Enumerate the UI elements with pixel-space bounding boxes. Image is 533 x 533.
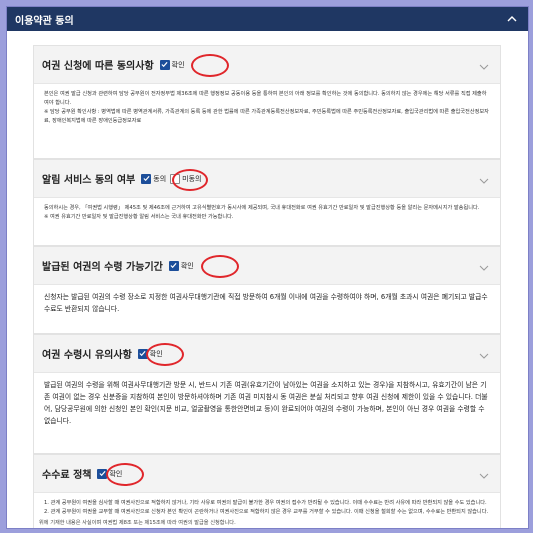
section-title: 알림 서비스 동의 여부: [42, 175, 136, 186]
expand-chevron-icon[interactable]: [478, 58, 490, 70]
footer-note: 위에 기재한 내용은 사실이며 여권법 제8조 또는 제15조에 따라 여권의 …: [39, 520, 236, 526]
section-passport-application-consent: 여권 신청에 따른 동의사항 확인 본인은 여권 발급 신청과 관련하여 담당 …: [33, 45, 501, 159]
header-bar: 이용약관 동의: [7, 7, 528, 31]
body-text: 동의하시는 경우, 「여권법 시행령」 제45조 및 제46조에 근거하여 고유…: [44, 205, 480, 211]
confirm-checkbox[interactable]: 확인: [137, 348, 163, 359]
checkbox-checked-icon: [168, 260, 179, 271]
section-header[interactable]: 수수료 정책 확인: [34, 455, 500, 493]
confirm-label: 확인: [149, 349, 163, 358]
section-title: 여권 신청에 따른 동의사항: [42, 61, 154, 72]
section-body: 본인은 여권 발급 신청과 관련하여 담당 공무원이 전자정부법 제36조에 따…: [34, 84, 500, 158]
body-text: 2. 관계 공무원이 여권을 교부할 때 여권사진으로 신청자 본인 확인이 곤…: [44, 509, 489, 515]
expand-chevron-icon[interactable]: [478, 259, 490, 271]
checkbox-checked-icon: [137, 348, 148, 359]
checkbox-checked-icon: [141, 173, 152, 184]
section-body: 발급된 여권의 수령을 위해 여권사무대행기관 방문 시, 반드시 기존 여권(…: [34, 373, 500, 453]
checkbox-unchecked-icon: [170, 173, 181, 184]
section-notification-consent: 알림 서비스 동의 여부 동의 미동의 동의하시는 경우, 「여권법 시행령」 …: [33, 159, 501, 246]
body-text: 신청자는 발급된 여권의 수령 장소로 지정한 여권사무대행기관에 직접 방문하…: [44, 293, 488, 313]
highlight-circle: [201, 255, 239, 278]
expand-chevron-icon[interactable]: [478, 347, 490, 359]
section-title: 여권 수령시 유의사항: [42, 350, 132, 361]
highlight-circle: [191, 54, 229, 77]
confirm-label: 확인: [180, 261, 194, 270]
section-header[interactable]: 여권 수령시 유의사항 확인: [34, 335, 500, 373]
body-text: ※ 여권 유효기간 만료일자 및 발급진행상황 알림 서비스는 국내 휴대전화만…: [44, 214, 234, 220]
confirm-label: 확인: [171, 60, 185, 69]
checkbox-checked-icon: [159, 59, 170, 70]
confirm-checkbox[interactable]: 확인: [97, 468, 123, 479]
section-pickup-notice: 여권 수령시 유의사항 확인 발급된 여권의 수령을 위해 여권사무대행기관 방…: [33, 334, 501, 454]
disagree-label: 미동의: [182, 174, 202, 183]
section-body: 신청자는 발급된 여권의 수령 장소로 지정한 여권사무대행기관에 직접 방문하…: [34, 285, 500, 333]
consent-sections: 여권 신청에 따른 동의사항 확인 본인은 여권 발급 신청과 관련하여 담당 …: [33, 45, 501, 528]
section-title: 발급된 여권의 수령 가능기간: [42, 262, 163, 273]
section-body: 동의하시는 경우, 「여권법 시행령」 제45조 및 제46조에 근거하여 고유…: [34, 198, 500, 245]
section-title: 수수료 정책: [42, 470, 92, 481]
expand-chevron-icon[interactable]: [478, 172, 490, 184]
body-text: 1. 관계 공무원이 여권을 심사할 때 여권사진으로 적합하지 않거나, 기타…: [44, 500, 487, 506]
confirm-checkbox[interactable]: 확인: [159, 59, 185, 70]
body-text: 발급된 여권의 수령을 위해 여권사무대행기관 방문 시, 반드시 기존 여권(…: [44, 381, 488, 425]
section-header[interactable]: 발급된 여권의 수령 가능기간 확인: [34, 247, 500, 285]
page-title: 이용약관 동의: [15, 15, 74, 27]
body-text: ※ 담당 공무원 확인사항 : 병역법에 따른 병역관계서류, 가족관계의 등록…: [44, 109, 489, 124]
agree-label: 동의: [153, 174, 167, 183]
checkbox-checked-icon: [97, 468, 108, 479]
disagree-checkbox[interactable]: 미동의: [170, 173, 202, 184]
section-fee-policy: 수수료 정책 확인 1. 관계 공무원이 여권을 심사할 때 여권사진으로 적합…: [33, 454, 501, 528]
collapse-chevron-icon[interactable]: [502, 9, 522, 29]
section-header[interactable]: 알림 서비스 동의 여부 동의 미동의: [34, 160, 500, 198]
expand-chevron-icon[interactable]: [478, 467, 490, 479]
consent-window: 이용약관 동의 여권 신청에 따른 동의사항 확인 본인은 여권 발급 신청과 …: [6, 6, 529, 529]
section-pickup-period: 발급된 여권의 수령 가능기간 확인 신청자는 발급된 여권의 수령 장소로 지…: [33, 246, 501, 334]
section-header[interactable]: 여권 신청에 따른 동의사항 확인: [34, 46, 500, 84]
confirm-checkbox[interactable]: 확인: [168, 260, 194, 271]
body-text: 본인은 여권 발급 신청과 관련하여 담당 공무원이 전자정부법 제36조에 따…: [44, 91, 487, 106]
agree-checkbox[interactable]: 동의: [141, 173, 167, 184]
confirm-label: 확인: [109, 469, 123, 478]
